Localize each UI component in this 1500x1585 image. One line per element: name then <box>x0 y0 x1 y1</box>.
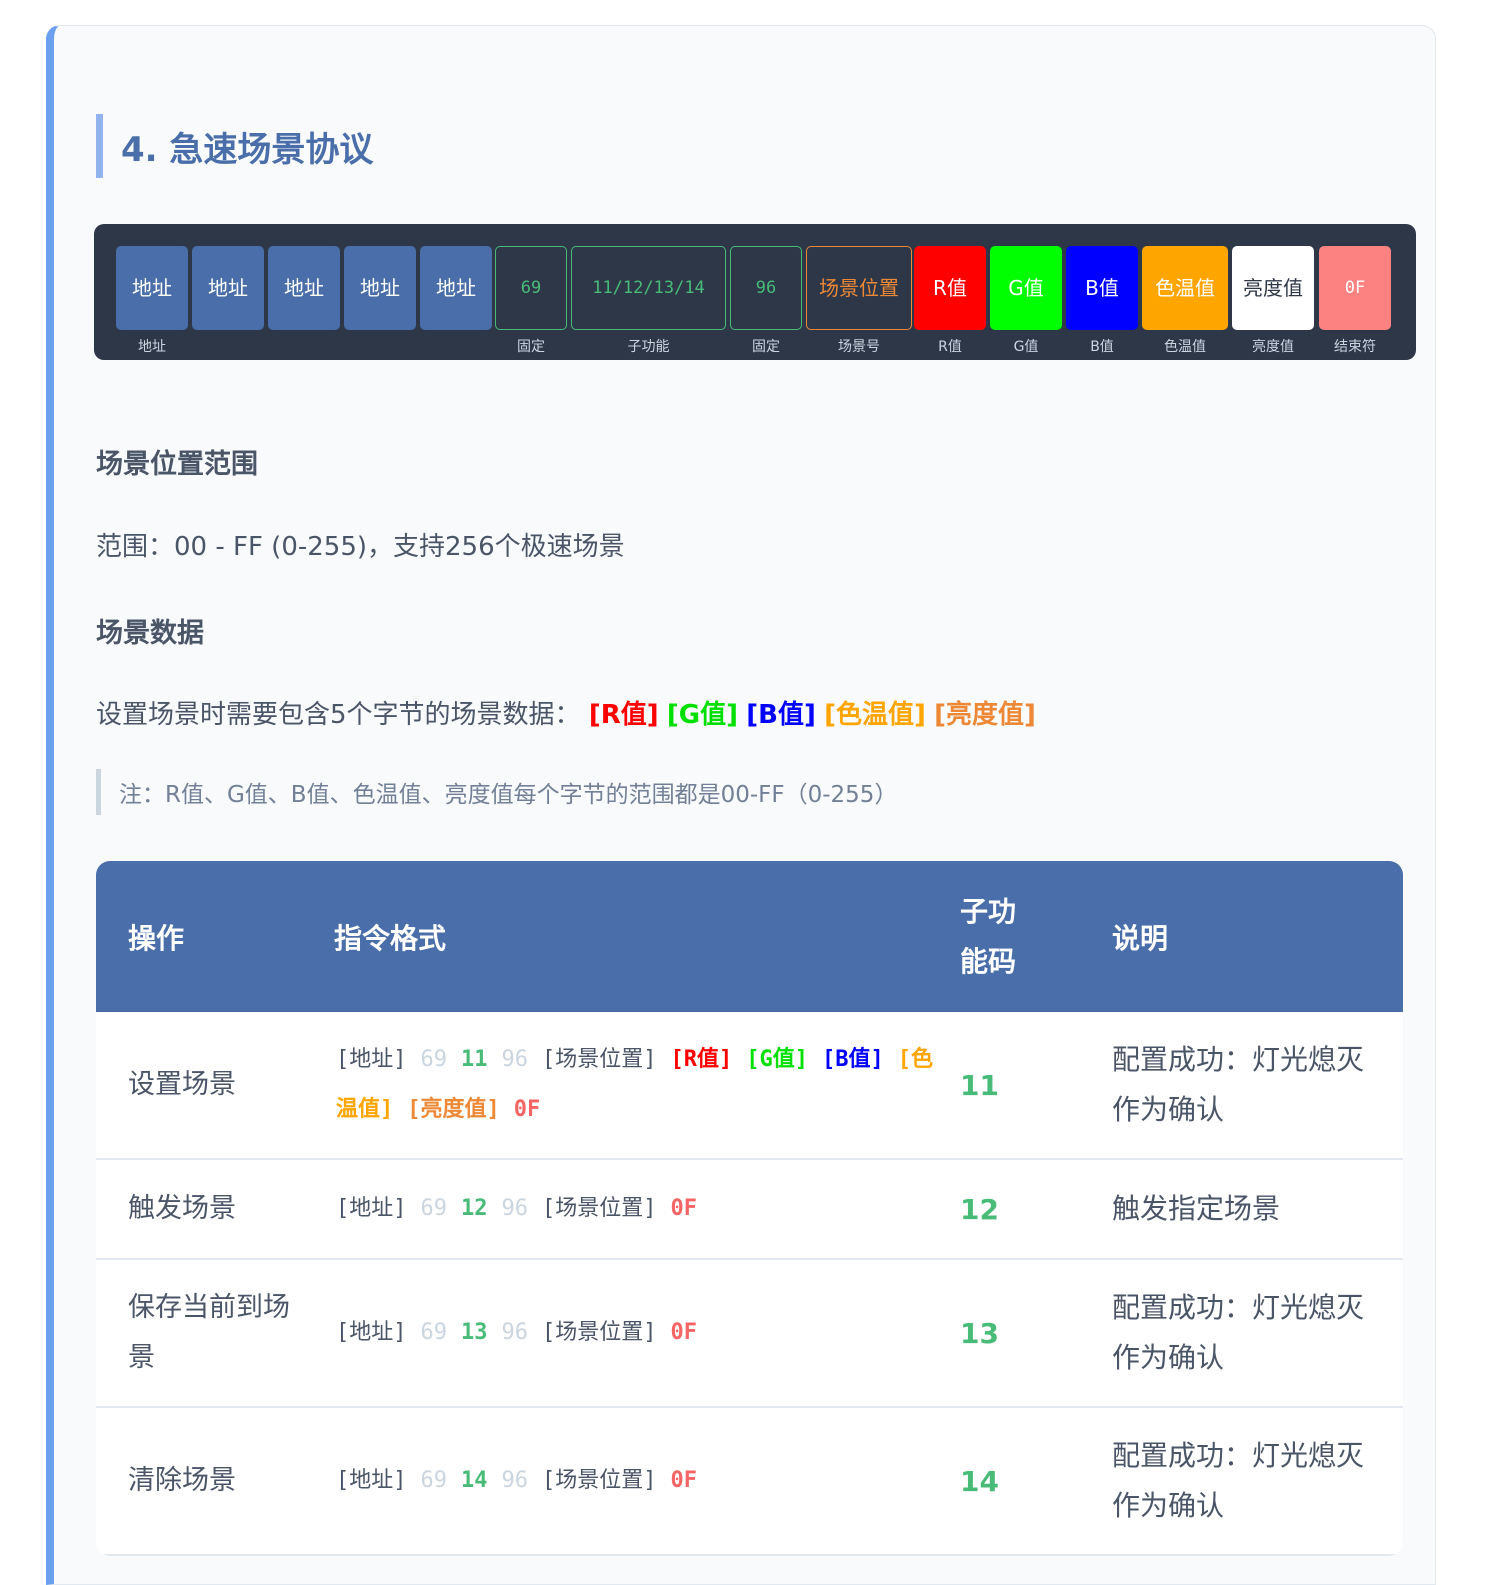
packet-label: 场景号 <box>838 339 880 355</box>
packet-cell-r: R值 <box>914 246 986 330</box>
format-token: [G值] <box>746 1047 808 1072</box>
packet-cell-addr: 地址 <box>192 246 264 330</box>
row-command-format: [地址] 69 12 96 [场景位置] 0F <box>336 1160 936 1258</box>
row-subcode: 11 <box>960 1068 999 1102</box>
b-value-tag: [B值] <box>746 700 816 730</box>
row-subcode: 13 <box>960 1316 999 1350</box>
table-row: 设置场景 [地址] 69 11 96 [场景位置] [R值] [G值] [B值] [色温值] [亮度… <box>96 1012 1403 1160</box>
format-token: [场景位置] <box>542 1468 657 1493</box>
format-token: [亮度值] <box>407 1097 500 1122</box>
row-description: 配置成功：灯光熄灭作为确认 <box>1112 1043 1365 1126</box>
color-temp-tag: [色温值] <box>824 700 926 730</box>
packet-cell-b: B值 <box>1066 246 1138 330</box>
page-title: 4. 急速场景协议 <box>121 129 374 170</box>
table-body: 设置场景 [地址] 69 11 96 [场景位置] [R值] [G值] [B值] [色温值] [亮度… <box>96 1012 1403 1556</box>
protocol-card: 4. 急速场景协议 地址 地址 地址 地址 地址 地址 69 固定 11/12/13/14 子功能… <box>46 25 1436 1585</box>
row-command-format: [地址] 69 13 96 [场景位置] 0F <box>336 1260 936 1406</box>
row-command-format: [地址] 69 14 96 [场景位置] 0F <box>336 1408 936 1554</box>
range-text: 范围：00 - FF (0-255)，支持256个极速场景 <box>96 532 625 562</box>
format-token: [场景位置] <box>542 1320 657 1345</box>
packet-cell-end: 0F <box>1319 246 1391 330</box>
g-value-tag: [G值] <box>666 700 738 730</box>
table-row: 清除场景 [地址] 69 14 96 [场景位置] 0F 14 配置成功：灯光熄灭作为确认 <box>96 1408 1403 1556</box>
packet-label: 固定 <box>752 339 780 355</box>
header-description: 说明 <box>1112 921 1169 955</box>
format-token: 0F <box>670 1468 698 1493</box>
packet-label: 结束符 <box>1334 339 1376 355</box>
format-token: [场景位置] <box>542 1047 657 1072</box>
packet-label: 固定 <box>517 339 545 355</box>
r-value-tag: [R值] <box>588 700 659 730</box>
packet-label: B值 <box>1090 339 1114 355</box>
packet-label: 亮度值 <box>1252 339 1294 355</box>
row-description: 配置成功：灯光熄灭作为确认 <box>1112 1439 1365 1522</box>
packet-label: G值 <box>1013 339 1039 355</box>
scene-data-intro: 设置场景时需要包含5个字节的场景数据： <box>96 700 581 730</box>
header-subcode: 子功能码 <box>960 894 1017 978</box>
packet-cell-fix: 69 <box>495 246 567 330</box>
packet-label: 色温值 <box>1164 339 1206 355</box>
format-token: [地址] <box>336 1196 407 1221</box>
header-format: 指令格式 <box>334 921 447 955</box>
format-token: [场景位置] <box>542 1196 657 1221</box>
row-description: 触发指定场景 <box>1112 1192 1281 1225</box>
packet-cell-sc: 场景位置 <box>806 246 912 330</box>
command-table: 操作 指令格式 子功能码 说明 设置场景 [地址] 69 11 96 [场景位置] [R值]… <box>96 861 1403 1556</box>
format-token: 69 <box>420 1047 448 1072</box>
table-row: 触发场景 [地址] 69 12 96 [场景位置] 0F 12 触发指定场景 <box>96 1160 1403 1260</box>
range-note-text: 注：R值、G值、B值、色温值、亮度值每个字节的范围都是00-FF（0-255） <box>119 782 898 808</box>
packet-cell-fix: 96 <box>730 246 802 330</box>
row-description: 配置成功：灯光熄灭作为确认 <box>1112 1291 1365 1374</box>
packet-cell-addr: 地址 <box>268 246 340 330</box>
format-token: 69 <box>420 1196 448 1221</box>
row-subcode: 14 <box>960 1464 999 1498</box>
format-token: [R值] <box>670 1047 733 1072</box>
packet-cell-fix: 11/12/13/14 <box>571 246 726 330</box>
format-token: 96 <box>501 1047 529 1072</box>
packet-label: 子功能 <box>627 339 670 355</box>
packet-diagram: 地址 地址 地址 地址 地址 地址 69 固定 11/12/13/14 子功能 96 固定 场景位置 场景… <box>94 224 1416 360</box>
format-token: 96 <box>501 1196 529 1221</box>
format-token: 0F <box>670 1320 698 1345</box>
packet-cell-addr: 地址 <box>116 246 188 330</box>
table-row: 保存当前到场景 [地址] 69 13 96 [场景位置] 0F 13 配置成功：灯光熄灭作为确认 <box>96 1260 1403 1408</box>
format-token: 0F <box>670 1196 698 1221</box>
format-token: 69 <box>420 1468 448 1493</box>
format-token: 13 <box>461 1320 488 1345</box>
format-token: 0F <box>513 1097 541 1122</box>
format-token: 12 <box>461 1196 488 1221</box>
packet-label: R值 <box>938 339 962 355</box>
packet-cell-ct: 色温值 <box>1142 246 1228 330</box>
format-token: 11 <box>461 1047 488 1072</box>
format-token: [B值] <box>822 1047 884 1072</box>
packet-label: 地址 <box>138 339 166 355</box>
row-subcode: 12 <box>960 1192 999 1226</box>
format-token: 96 <box>501 1468 529 1493</box>
packet-cell-g: G值 <box>990 246 1062 330</box>
row-operation: 清除场景 <box>128 1465 236 1496</box>
range-note: 注：R值、G值、B值、色温值、亮度值每个字节的范围都是00-FF（0-255） <box>96 769 897 815</box>
format-token: 96 <box>501 1320 529 1345</box>
row-operation: 触发场景 <box>128 1193 236 1224</box>
section-heading: 4. 急速场景协议 <box>96 114 373 178</box>
row-command-format: [地址] 69 11 96 [场景位置] [R值] [G值] [B值] [色温值] [亮度值] 0F <box>336 1012 936 1158</box>
scene-data-heading: 场景数据 <box>96 618 204 649</box>
packet-cell-addr: 地址 <box>344 246 416 330</box>
range-heading: 场景位置范围 <box>96 449 258 480</box>
packet-cell-addr: 地址 <box>420 246 492 330</box>
format-token: [地址] <box>336 1047 407 1072</box>
table-header: 操作 指令格式 子功能码 说明 <box>96 861 1403 1012</box>
row-operation: 设置场景 <box>128 1069 236 1100</box>
row-operation: 保存当前到场景 <box>128 1292 290 1373</box>
format-token: [地址] <box>336 1468 407 1493</box>
format-token: 14 <box>461 1468 488 1493</box>
brightness-tag: [亮度值] <box>934 700 1036 730</box>
packet-cell-br: 亮度值 <box>1232 246 1314 330</box>
header-operation: 操作 <box>128 921 185 955</box>
format-token: 69 <box>420 1320 448 1345</box>
format-token: [地址] <box>336 1320 407 1345</box>
scene-data-text: 设置场景时需要包含5个字节的场景数据： [R值] [G值] [B值] [色温值]… <box>96 694 1036 731</box>
